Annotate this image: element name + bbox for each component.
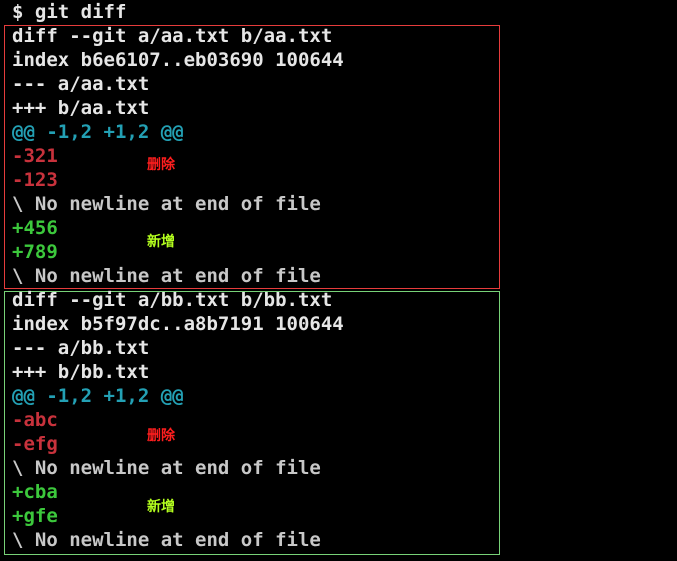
diff-no-newline-note: \ No newline at end of file	[12, 265, 321, 287]
removed-annotation: 删除	[147, 428, 175, 444]
diff-no-newline-note: \ No newline at end of file	[12, 529, 321, 551]
diff-to-file: +++ b/aa.txt	[12, 97, 150, 119]
added-annotation: 新增	[147, 499, 175, 515]
diff-added-line: +cba	[12, 481, 58, 503]
added-annotation: 新增	[147, 234, 175, 250]
diff-removed-line: -efg	[12, 433, 58, 455]
diff-removed-line: -321	[12, 145, 58, 167]
diff-added-line: +789	[12, 241, 58, 263]
removed-annotation: 删除	[147, 157, 175, 173]
command-prompt: $ git diff	[12, 1, 127, 23]
diff-to-file: +++ b/bb.txt	[12, 361, 150, 383]
diff-no-newline-note: \ No newline at end of file	[12, 193, 321, 215]
diff-hunk-header: @@ -1,2 +1,2 @@	[12, 385, 184, 407]
diff-no-newline-note: \ No newline at end of file	[12, 457, 321, 479]
diff-added-line: +gfe	[12, 505, 58, 527]
diff-index-line: index b6e6107..eb03690 100644	[12, 49, 344, 71]
diff-added-line: +456	[12, 217, 58, 239]
diff-index-line: index b5f97dc..a8b7191 100644	[12, 313, 344, 335]
diff-header: diff --git a/aa.txt b/aa.txt	[12, 25, 333, 47]
diff-from-file: --- a/aa.txt	[12, 73, 150, 95]
diff-header: diff --git a/bb.txt b/bb.txt	[12, 289, 333, 311]
diff-hunk-header: @@ -1,2 +1,2 @@	[12, 121, 184, 143]
diff-from-file: --- a/bb.txt	[12, 337, 150, 359]
diff-removed-line: -123	[12, 169, 58, 191]
diff-removed-line: -abc	[12, 409, 58, 431]
